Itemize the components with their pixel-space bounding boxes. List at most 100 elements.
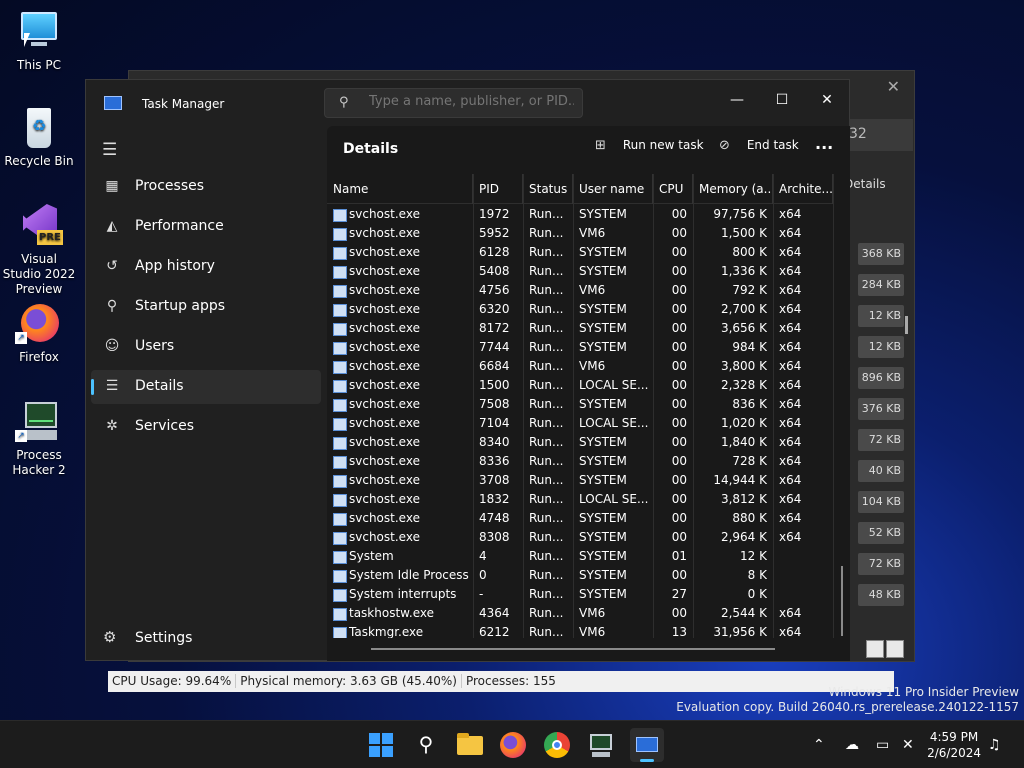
table-row[interactable]: System interrupts - Run... SYSTEM 27 0 K: [327, 585, 833, 604]
end-task-button[interactable]: ⊘ End task: [719, 138, 799, 162]
physical-memory: Physical memory: 3.63 GB (45.40%): [236, 674, 462, 688]
task-manager-taskbar-icon[interactable]: [630, 728, 664, 762]
memory-cell: 104 KB: [858, 491, 904, 513]
process-name: svchost.exe: [333, 452, 471, 471]
pid-cell: 6212: [479, 625, 510, 638]
table-row[interactable]: svchost.exe 6128 Run... SYSTEM 00 800 K x64: [327, 243, 833, 262]
minimize-button[interactable]: —: [714, 86, 760, 116]
column-header-status[interactable]: Status: [523, 174, 573, 204]
desktop-icon-visual-studio[interactable]: PRE Visual Studio 2022 Preview: [1, 204, 77, 297]
sidebar-item-services[interactable]: ✲ Services: [91, 410, 321, 444]
table-row[interactable]: svchost.exe 5408 Run... SYSTEM 00 1,336 K x64: [327, 262, 833, 281]
maximize-button[interactable]: ☐: [759, 86, 805, 116]
hamburger-menu-icon[interactable]: ☰: [102, 140, 117, 160]
sidebar-item-processes[interactable]: ▦ Processes: [91, 170, 321, 204]
run-new-task-button[interactable]: ⊞ Run new task: [595, 138, 704, 162]
desktop-icon-firefox[interactable]: ↗ Firefox: [1, 302, 77, 365]
table-row[interactable]: svchost.exe 8336 Run... SYSTEM 00 728 K x64: [327, 452, 833, 471]
process-name: svchost.exe: [333, 205, 471, 224]
column-header-memory[interactable]: Memory (a...: [693, 174, 773, 204]
table-row[interactable]: svchost.exe 6684 Run... VM6 00 3,800 K x64: [327, 357, 833, 376]
desktop-icon-recycle-bin[interactable]: ♻ Recycle Bin: [1, 106, 77, 169]
search-icon[interactable]: ⚲: [412, 731, 440, 759]
window-title: Task Manager: [142, 97, 225, 111]
table-row[interactable]: svchost.exe 8340 Run... SYSTEM 00 1,840 K x64: [327, 433, 833, 452]
table-row[interactable]: svchost.exe 6320 Run... SYSTEM 00 2,700 K x64: [327, 300, 833, 319]
task-manager-app-icon: [104, 96, 122, 110]
sidebar-item-label: Startup apps: [135, 298, 226, 314]
column-header-user-name[interactable]: User name: [573, 174, 653, 204]
status-cell: Run...: [529, 568, 564, 582]
performance-icon: ◭: [106, 218, 118, 234]
close-button[interactable]: ✕: [804, 86, 850, 116]
table-row[interactable]: svchost.exe 5952 Run... VM6 00 1,500 K x64: [327, 224, 833, 243]
desktop-icon-this-pc[interactable]: This PC: [1, 10, 77, 73]
table-row[interactable]: Taskmgr.exe 6212 Run... VM6 13 31,956 K x64: [327, 623, 833, 638]
list-view-icon[interactable]: [866, 640, 884, 658]
process-hacker-icon[interactable]: [587, 731, 615, 759]
firefox-icon[interactable]: [499, 731, 527, 759]
search-box[interactable]: ⚲: [324, 88, 583, 118]
status-cell: Run...: [529, 245, 564, 259]
scrollbar-thumb[interactable]: [905, 316, 908, 334]
graph-view-icon[interactable]: [886, 640, 904, 658]
sidebar-item-performance[interactable]: ◭ Performance: [91, 210, 321, 244]
volume-muted-icon[interactable]: ✕: [902, 737, 914, 753]
sidebar-item-users[interactable]: ☺ Users: [91, 330, 321, 364]
status-cell: Run...: [529, 454, 564, 468]
view-toggle[interactable]: [866, 640, 906, 661]
background-search-field[interactable]: 32: [841, 119, 913, 151]
more-options-button[interactable]: ...: [815, 134, 833, 158]
table-row[interactable]: System Idle Process 0 Run... SYSTEM 00 8 K: [327, 566, 833, 585]
table-row[interactable]: svchost.exe 8308 Run... SYSTEM 00 2,964 K x64: [327, 528, 833, 547]
table-row[interactable]: svchost.exe 1832 Run... LOCAL SE... 00 3,812 …: [327, 490, 833, 509]
column-header-architecture[interactable]: Archite...: [773, 174, 833, 204]
desktop-icon-process-hacker[interactable]: ↗ Process Hacker 2: [1, 400, 77, 478]
table-row[interactable]: svchost.exe 7508 Run... SYSTEM 00 836 K x64: [327, 395, 833, 414]
display-icon[interactable]: ▭: [876, 737, 889, 753]
cpu-cell: 00: [671, 416, 687, 430]
table-row[interactable]: svchost.exe 4756 Run... VM6 00 792 K x64: [327, 281, 833, 300]
process-name: svchost.exe: [333, 319, 471, 338]
network-off-icon[interactable]: ☁: [845, 737, 859, 753]
table-row[interactable]: System 4 Run... SYSTEM 01 12 K: [327, 547, 833, 566]
notification-bell-icon[interactable]: ♫: [988, 737, 1001, 753]
process-name: svchost.exe: [333, 433, 471, 452]
process-table[interactable]: Name ⌃ PID Status User name CPU Memory (…: [327, 174, 833, 638]
sidebar-item-settings[interactable]: ⚙ Settings: [91, 624, 321, 654]
table-row[interactable]: svchost.exe 8172 Run... SYSTEM 00 3,656 K x64: [327, 319, 833, 338]
close-icon[interactable]: ✕: [887, 77, 900, 96]
background-tab-details[interactable]: Details: [844, 177, 886, 191]
user-cell: SYSTEM: [579, 302, 627, 316]
memory-cell: 728 K: [732, 454, 767, 468]
chevron-up-icon[interactable]: ⌃: [813, 737, 825, 753]
table-row[interactable]: svchost.exe 1500 Run... LOCAL SE... 00 2,328 …: [327, 376, 833, 395]
pid-cell: 1832: [479, 492, 510, 506]
title-bar[interactable]: Task Manager ⚲ — ☐ ✕: [86, 80, 849, 126]
process-name: taskhostw.exe: [333, 604, 471, 623]
process-name: svchost.exe: [333, 300, 471, 319]
clock[interactable]: 4:59 PM 2/6/2024: [927, 729, 981, 761]
table-row[interactable]: svchost.exe 3708 Run... SYSTEM 00 14,944 K x64: [327, 471, 833, 490]
status-cell: Run...: [529, 492, 564, 506]
chrome-icon[interactable]: [543, 731, 571, 759]
sidebar-item-startup-apps[interactable]: ⚲ Startup apps: [91, 290, 321, 324]
arch-cell: [779, 547, 819, 566]
sidebar-item-app-history[interactable]: ↺ App history: [91, 250, 321, 284]
table-row[interactable]: svchost.exe 7744 Run... SYSTEM 00 984 K x64: [327, 338, 833, 357]
column-header-cpu[interactable]: CPU: [653, 174, 693, 204]
horizontal-scrollbar[interactable]: [371, 648, 775, 650]
start-icon[interactable]: [367, 731, 395, 759]
sidebar-item-details[interactable]: ☰ Details: [91, 370, 321, 404]
table-row[interactable]: svchost.exe 1972 Run... SYSTEM 00 97,756 K x64: [327, 205, 833, 224]
table-row[interactable]: svchost.exe 7104 Run... LOCAL SE... 00 1,020 …: [327, 414, 833, 433]
memory-cell: 836 K: [732, 397, 767, 411]
arch-cell: x64: [779, 207, 802, 221]
file-explorer-icon[interactable]: [456, 731, 484, 759]
column-header-pid[interactable]: PID: [473, 174, 523, 204]
table-row[interactable]: svchost.exe 4748 Run... SYSTEM 00 880 K x64: [327, 509, 833, 528]
task-manager-window[interactable]: Task Manager ⚲ — ☐ ✕ ☰ ▦ Processes ◭ Per…: [85, 79, 850, 661]
search-input[interactable]: [369, 94, 574, 109]
table-row[interactable]: taskhostw.exe 4364 Run... VM6 00 2,544 K x64: [327, 604, 833, 623]
vertical-scrollbar[interactable]: [841, 566, 843, 636]
